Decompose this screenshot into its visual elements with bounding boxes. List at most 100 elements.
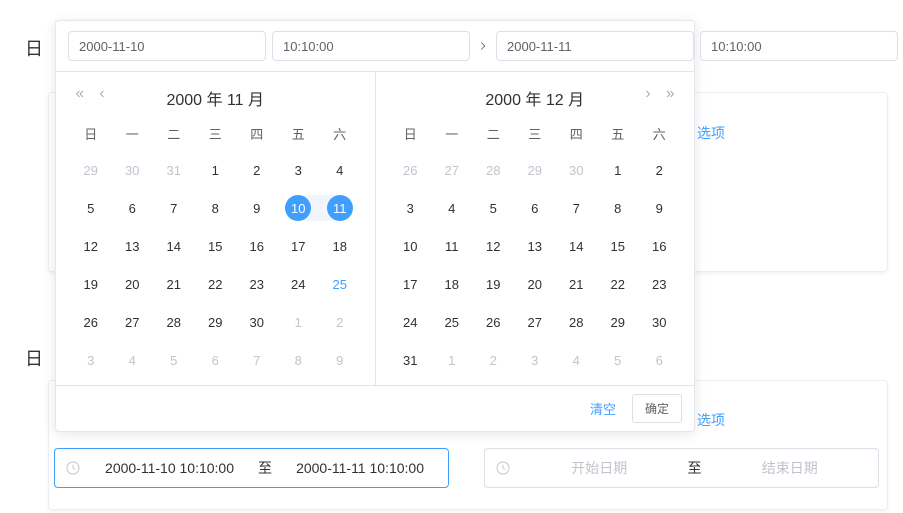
day-cell[interactable]: 10 xyxy=(390,227,432,265)
day-cell[interactable]: 9 xyxy=(319,341,361,379)
day-cell[interactable]: 21 xyxy=(153,265,195,303)
day-cell[interactable]: 31 xyxy=(390,341,432,379)
end-time-input[interactable] xyxy=(700,31,898,61)
day-cell[interactable]: 16 xyxy=(639,227,681,265)
day-cell[interactable]: 28 xyxy=(556,303,598,341)
day-cell[interactable]: 28 xyxy=(153,303,195,341)
day-cell[interactable]: 6 xyxy=(639,341,681,379)
week-row: 3456789 xyxy=(70,341,361,379)
day-cell[interactable]: 29 xyxy=(195,303,237,341)
day-cell[interactable]: 22 xyxy=(195,265,237,303)
daterange-input-right[interactable]: 开始日期 至 结束日期 xyxy=(484,448,879,488)
day-cell[interactable]: 8 xyxy=(597,189,639,227)
day-cell[interactable]: 2 xyxy=(236,151,278,189)
day-cell[interactable]: 19 xyxy=(70,265,112,303)
day-cell[interactable]: 1 xyxy=(431,341,473,379)
day-cell[interactable]: 6 xyxy=(514,189,556,227)
day-cell[interactable]: 10 xyxy=(278,189,320,227)
day-cell[interactable]: 3 xyxy=(390,189,432,227)
next-month-icon[interactable] xyxy=(642,88,654,100)
day-cell[interactable]: 5 xyxy=(597,341,639,379)
day-cell[interactable]: 7 xyxy=(556,189,598,227)
day-cell[interactable]: 15 xyxy=(597,227,639,265)
day-cell[interactable]: 7 xyxy=(236,341,278,379)
day-cell[interactable]: 6 xyxy=(112,189,154,227)
day-cell[interactable]: 26 xyxy=(473,303,515,341)
day-cell[interactable]: 22 xyxy=(597,265,639,303)
day-cell[interactable]: 3 xyxy=(70,341,112,379)
day-cell[interactable]: 11 xyxy=(431,227,473,265)
day-cell[interactable]: 26 xyxy=(70,303,112,341)
start-time-input[interactable] xyxy=(272,31,470,61)
day-cell[interactable]: 8 xyxy=(278,341,320,379)
day-cell[interactable]: 27 xyxy=(431,151,473,189)
day-cell[interactable]: 27 xyxy=(112,303,154,341)
day-cell[interactable]: 30 xyxy=(236,303,278,341)
day-cell[interactable]: 21 xyxy=(556,265,598,303)
day-cell[interactable]: 25 xyxy=(431,303,473,341)
day-cell[interactable]: 3 xyxy=(278,151,320,189)
day-cell[interactable]: 29 xyxy=(597,303,639,341)
day-cell[interactable]: 19 xyxy=(473,265,515,303)
day-cell[interactable]: 29 xyxy=(70,151,112,189)
day-cell[interactable]: 24 xyxy=(390,303,432,341)
bg-option-2[interactable]: 选项 xyxy=(697,410,725,430)
day-cell[interactable]: 12 xyxy=(70,227,112,265)
day-cell[interactable]: 16 xyxy=(236,227,278,265)
day-cell[interactable]: 1 xyxy=(278,303,320,341)
day-cell[interactable]: 4 xyxy=(112,341,154,379)
day-cell[interactable]: 2 xyxy=(473,341,515,379)
day-cell[interactable]: 24 xyxy=(278,265,320,303)
day-cell[interactable]: 15 xyxy=(195,227,237,265)
day-cell[interactable]: 28 xyxy=(473,151,515,189)
day-cell[interactable]: 27 xyxy=(514,303,556,341)
day-cell[interactable]: 3 xyxy=(514,341,556,379)
day-cell[interactable]: 12 xyxy=(473,227,515,265)
day-cell[interactable]: 13 xyxy=(514,227,556,265)
day-cell[interactable]: 2 xyxy=(319,303,361,341)
day-cell[interactable]: 18 xyxy=(431,265,473,303)
day-cell[interactable]: 30 xyxy=(639,303,681,341)
day-cell[interactable]: 23 xyxy=(639,265,681,303)
day-cell[interactable]: 5 xyxy=(153,341,195,379)
day-cell[interactable]: 25 xyxy=(319,265,361,303)
prev-month-icon[interactable] xyxy=(96,88,108,100)
day-cell[interactable]: 8 xyxy=(195,189,237,227)
daterange-input-left[interactable]: 2000-11-10 10:10:00 至 2000-11-11 10:10:0… xyxy=(54,448,449,488)
day-cell[interactable]: 18 xyxy=(319,227,361,265)
day-cell[interactable]: 20 xyxy=(514,265,556,303)
day-cell[interactable]: 17 xyxy=(390,265,432,303)
range-arrow-icon xyxy=(476,39,490,53)
prev-year-icon[interactable] xyxy=(74,88,86,100)
day-cell[interactable]: 2 xyxy=(639,151,681,189)
bg-option-1[interactable]: 选项 xyxy=(697,123,725,143)
day-cell[interactable]: 4 xyxy=(556,341,598,379)
day-cell[interactable]: 29 xyxy=(514,151,556,189)
day-cell[interactable]: 31 xyxy=(153,151,195,189)
day-cell[interactable]: 6 xyxy=(195,341,237,379)
day-cell[interactable]: 4 xyxy=(319,151,361,189)
day-cell[interactable]: 11 xyxy=(319,189,361,227)
day-cell[interactable]: 5 xyxy=(473,189,515,227)
day-cell[interactable]: 5 xyxy=(70,189,112,227)
day-cell[interactable]: 7 xyxy=(153,189,195,227)
day-cell[interactable]: 14 xyxy=(153,227,195,265)
day-cell[interactable]: 14 xyxy=(556,227,598,265)
day-cell[interactable]: 1 xyxy=(597,151,639,189)
day-cell[interactable]: 17 xyxy=(278,227,320,265)
day-cell[interactable]: 30 xyxy=(556,151,598,189)
day-cell[interactable]: 9 xyxy=(639,189,681,227)
day-cell[interactable]: 20 xyxy=(112,265,154,303)
day-cell[interactable]: 13 xyxy=(112,227,154,265)
day-cell[interactable]: 9 xyxy=(236,189,278,227)
day-cell[interactable]: 26 xyxy=(390,151,432,189)
start-date-input[interactable] xyxy=(68,31,266,61)
end-date-input[interactable] xyxy=(496,31,694,61)
day-cell[interactable]: 30 xyxy=(112,151,154,189)
day-cell[interactable]: 23 xyxy=(236,265,278,303)
next-year-icon[interactable] xyxy=(664,88,676,100)
day-cell[interactable]: 4 xyxy=(431,189,473,227)
confirm-button[interactable]: 确定 xyxy=(632,394,682,423)
day-cell[interactable]: 1 xyxy=(195,151,237,189)
clear-button[interactable]: 清空 xyxy=(584,395,622,422)
